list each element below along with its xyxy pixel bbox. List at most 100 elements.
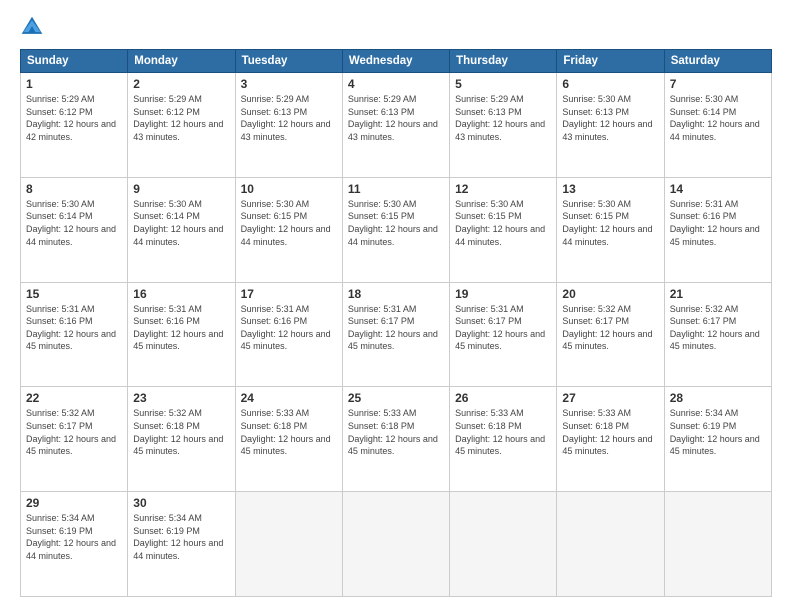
logo [20, 15, 48, 39]
day-info: Sunrise: 5:30 AMSunset: 6:14 PMDaylight:… [133, 199, 223, 247]
week-row-5: 29 Sunrise: 5:34 AMSunset: 6:19 PMDaylig… [21, 492, 772, 597]
day-info: Sunrise: 5:32 AMSunset: 6:18 PMDaylight:… [133, 408, 223, 456]
page: SundayMondayTuesdayWednesdayThursdayFrid… [0, 0, 792, 612]
day-number: 8 [26, 182, 122, 196]
calendar-cell: 29 Sunrise: 5:34 AMSunset: 6:19 PMDaylig… [21, 492, 128, 597]
calendar-cell: 23 Sunrise: 5:32 AMSunset: 6:18 PMDaylig… [128, 387, 235, 492]
calendar-cell: 5 Sunrise: 5:29 AMSunset: 6:13 PMDayligh… [450, 73, 557, 178]
calendar-cell: 26 Sunrise: 5:33 AMSunset: 6:18 PMDaylig… [450, 387, 557, 492]
header [20, 15, 772, 39]
day-number: 14 [670, 182, 766, 196]
day-number: 17 [241, 287, 337, 301]
calendar-cell: 11 Sunrise: 5:30 AMSunset: 6:15 PMDaylig… [342, 177, 449, 282]
day-number: 3 [241, 77, 337, 91]
calendar-cell: 13 Sunrise: 5:30 AMSunset: 6:15 PMDaylig… [557, 177, 664, 282]
calendar-cell: 6 Sunrise: 5:30 AMSunset: 6:13 PMDayligh… [557, 73, 664, 178]
day-number: 24 [241, 391, 337, 405]
day-number: 22 [26, 391, 122, 405]
day-number: 9 [133, 182, 229, 196]
day-info: Sunrise: 5:33 AMSunset: 6:18 PMDaylight:… [455, 408, 545, 456]
calendar-cell: 20 Sunrise: 5:32 AMSunset: 6:17 PMDaylig… [557, 282, 664, 387]
calendar-cell: 27 Sunrise: 5:33 AMSunset: 6:18 PMDaylig… [557, 387, 664, 492]
day-info: Sunrise: 5:30 AMSunset: 6:15 PMDaylight:… [348, 199, 438, 247]
header-monday: Monday [128, 50, 235, 73]
week-row-4: 22 Sunrise: 5:32 AMSunset: 6:17 PMDaylig… [21, 387, 772, 492]
day-info: Sunrise: 5:32 AMSunset: 6:17 PMDaylight:… [26, 408, 116, 456]
day-number: 25 [348, 391, 444, 405]
day-info: Sunrise: 5:29 AMSunset: 6:12 PMDaylight:… [26, 94, 116, 142]
day-info: Sunrise: 5:29 AMSunset: 6:12 PMDaylight:… [133, 94, 223, 142]
logo-icon [20, 15, 44, 39]
day-number: 4 [348, 77, 444, 91]
day-number: 16 [133, 287, 229, 301]
day-info: Sunrise: 5:31 AMSunset: 6:17 PMDaylight:… [455, 304, 545, 352]
day-info: Sunrise: 5:34 AMSunset: 6:19 PMDaylight:… [670, 408, 760, 456]
day-number: 12 [455, 182, 551, 196]
day-number: 5 [455, 77, 551, 91]
day-number: 23 [133, 391, 229, 405]
calendar-cell: 17 Sunrise: 5:31 AMSunset: 6:16 PMDaylig… [235, 282, 342, 387]
day-info: Sunrise: 5:30 AMSunset: 6:14 PMDaylight:… [26, 199, 116, 247]
day-number: 29 [26, 496, 122, 510]
calendar-cell [557, 492, 664, 597]
week-row-3: 15 Sunrise: 5:31 AMSunset: 6:16 PMDaylig… [21, 282, 772, 387]
header-friday: Friday [557, 50, 664, 73]
header-thursday: Thursday [450, 50, 557, 73]
day-info: Sunrise: 5:29 AMSunset: 6:13 PMDaylight:… [241, 94, 331, 142]
calendar-cell: 30 Sunrise: 5:34 AMSunset: 6:19 PMDaylig… [128, 492, 235, 597]
day-info: Sunrise: 5:29 AMSunset: 6:13 PMDaylight:… [348, 94, 438, 142]
week-row-2: 8 Sunrise: 5:30 AMSunset: 6:14 PMDayligh… [21, 177, 772, 282]
day-number: 19 [455, 287, 551, 301]
day-info: Sunrise: 5:30 AMSunset: 6:14 PMDaylight:… [670, 94, 760, 142]
day-number: 2 [133, 77, 229, 91]
day-info: Sunrise: 5:33 AMSunset: 6:18 PMDaylight:… [241, 408, 331, 456]
day-number: 11 [348, 182, 444, 196]
header-saturday: Saturday [664, 50, 771, 73]
calendar-cell [450, 492, 557, 597]
day-number: 26 [455, 391, 551, 405]
day-number: 21 [670, 287, 766, 301]
calendar-table: SundayMondayTuesdayWednesdayThursdayFrid… [20, 49, 772, 597]
calendar-cell [664, 492, 771, 597]
calendar-cell: 1 Sunrise: 5:29 AMSunset: 6:12 PMDayligh… [21, 73, 128, 178]
day-info: Sunrise: 5:34 AMSunset: 6:19 PMDaylight:… [26, 513, 116, 561]
day-info: Sunrise: 5:33 AMSunset: 6:18 PMDaylight:… [348, 408, 438, 456]
day-info: Sunrise: 5:31 AMSunset: 6:16 PMDaylight:… [133, 304, 223, 352]
calendar-cell: 22 Sunrise: 5:32 AMSunset: 6:17 PMDaylig… [21, 387, 128, 492]
calendar-cell: 28 Sunrise: 5:34 AMSunset: 6:19 PMDaylig… [664, 387, 771, 492]
calendar-cell: 4 Sunrise: 5:29 AMSunset: 6:13 PMDayligh… [342, 73, 449, 178]
header-sunday: Sunday [21, 50, 128, 73]
day-number: 27 [562, 391, 658, 405]
day-info: Sunrise: 5:31 AMSunset: 6:16 PMDaylight:… [26, 304, 116, 352]
calendar-cell [342, 492, 449, 597]
calendar-cell: 15 Sunrise: 5:31 AMSunset: 6:16 PMDaylig… [21, 282, 128, 387]
calendar-cell: 14 Sunrise: 5:31 AMSunset: 6:16 PMDaylig… [664, 177, 771, 282]
calendar-cell: 24 Sunrise: 5:33 AMSunset: 6:18 PMDaylig… [235, 387, 342, 492]
header-row: SundayMondayTuesdayWednesdayThursdayFrid… [21, 50, 772, 73]
header-tuesday: Tuesday [235, 50, 342, 73]
day-number: 18 [348, 287, 444, 301]
calendar-cell: 19 Sunrise: 5:31 AMSunset: 6:17 PMDaylig… [450, 282, 557, 387]
day-number: 10 [241, 182, 337, 196]
day-number: 28 [670, 391, 766, 405]
calendar-cell: 9 Sunrise: 5:30 AMSunset: 6:14 PMDayligh… [128, 177, 235, 282]
week-row-1: 1 Sunrise: 5:29 AMSunset: 6:12 PMDayligh… [21, 73, 772, 178]
day-info: Sunrise: 5:32 AMSunset: 6:17 PMDaylight:… [670, 304, 760, 352]
day-number: 20 [562, 287, 658, 301]
calendar-cell: 16 Sunrise: 5:31 AMSunset: 6:16 PMDaylig… [128, 282, 235, 387]
calendar-cell: 10 Sunrise: 5:30 AMSunset: 6:15 PMDaylig… [235, 177, 342, 282]
calendar-cell: 18 Sunrise: 5:31 AMSunset: 6:17 PMDaylig… [342, 282, 449, 387]
calendar-cell: 8 Sunrise: 5:30 AMSunset: 6:14 PMDayligh… [21, 177, 128, 282]
day-number: 6 [562, 77, 658, 91]
day-info: Sunrise: 5:34 AMSunset: 6:19 PMDaylight:… [133, 513, 223, 561]
day-info: Sunrise: 5:31 AMSunset: 6:16 PMDaylight:… [241, 304, 331, 352]
calendar-cell: 3 Sunrise: 5:29 AMSunset: 6:13 PMDayligh… [235, 73, 342, 178]
day-info: Sunrise: 5:32 AMSunset: 6:17 PMDaylight:… [562, 304, 652, 352]
day-info: Sunrise: 5:31 AMSunset: 6:17 PMDaylight:… [348, 304, 438, 352]
day-info: Sunrise: 5:29 AMSunset: 6:13 PMDaylight:… [455, 94, 545, 142]
calendar-cell: 25 Sunrise: 5:33 AMSunset: 6:18 PMDaylig… [342, 387, 449, 492]
day-number: 30 [133, 496, 229, 510]
calendar-cell: 7 Sunrise: 5:30 AMSunset: 6:14 PMDayligh… [664, 73, 771, 178]
day-info: Sunrise: 5:30 AMSunset: 6:15 PMDaylight:… [455, 199, 545, 247]
calendar-cell: 12 Sunrise: 5:30 AMSunset: 6:15 PMDaylig… [450, 177, 557, 282]
